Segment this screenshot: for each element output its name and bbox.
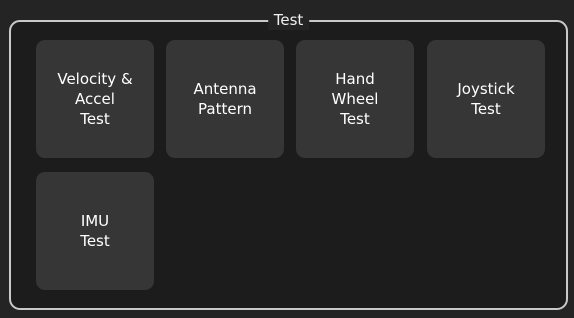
- velocity-accel-test-button[interactable]: Velocity & Accel Test: [36, 40, 154, 158]
- group-title: Test: [267, 10, 310, 30]
- test-panel-screen: Test Velocity & Accel Test Antenna Patte…: [0, 0, 574, 318]
- antenna-pattern-button[interactable]: Antenna Pattern: [166, 40, 284, 158]
- imu-test-button[interactable]: IMU Test: [36, 172, 154, 290]
- joystick-test-button[interactable]: Joystick Test: [427, 40, 545, 158]
- hand-wheel-test-button[interactable]: Hand Wheel Test: [296, 40, 414, 158]
